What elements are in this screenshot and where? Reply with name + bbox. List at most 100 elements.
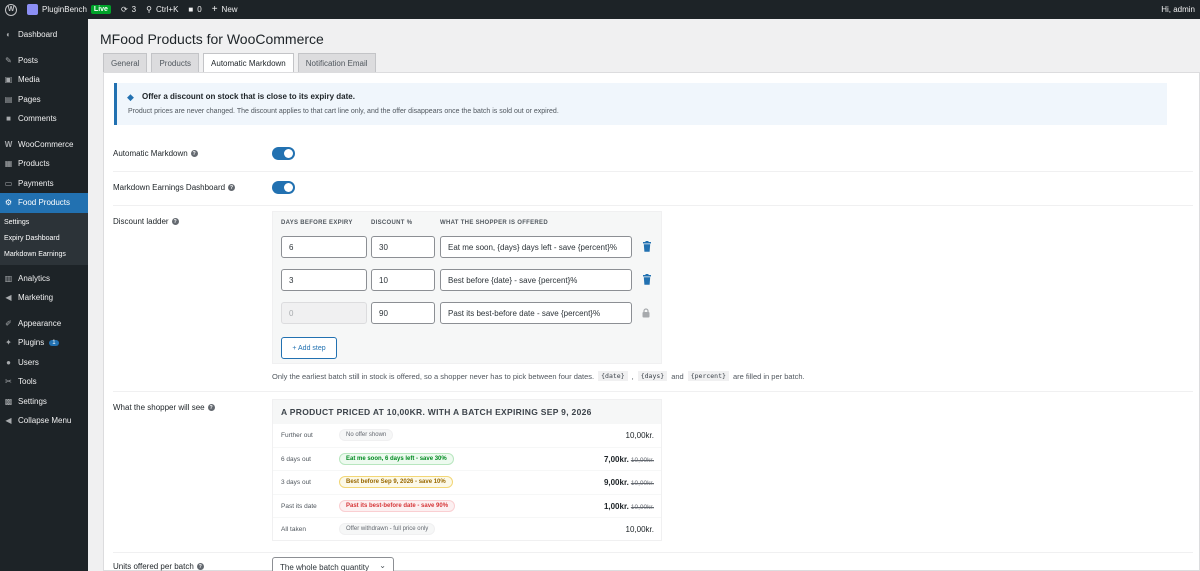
- command-palette-link[interactable]: ⚲ Ctrl+K: [141, 0, 183, 19]
- sidebar-item-posts[interactable]: ✎ Posts: [0, 51, 88, 71]
- submenu-item-settings[interactable]: Settings: [0, 215, 88, 231]
- units-per-batch-label: Units offered per batch ?: [113, 562, 204, 571]
- automatic-markdown-toggle[interactable]: [272, 147, 295, 160]
- sidebar-item-label: Plugins: [18, 338, 45, 348]
- sidebar-item-plugins[interactable]: ✦ Plugins 1: [0, 333, 88, 353]
- trash-icon[interactable]: [642, 241, 652, 253]
- units-per-batch-text: Units offered per batch: [113, 562, 194, 571]
- sidebar-item-payments[interactable]: ▭ Payments: [0, 174, 88, 194]
- help-icon[interactable]: ?: [190, 150, 198, 157]
- plugin-icon: ✦: [5, 338, 12, 348]
- offer-message-input[interactable]: Past its best-before date - save {percen…: [440, 302, 632, 324]
- tag-icon: ◆: [127, 92, 134, 102]
- discount-input[interactable]: 30: [371, 236, 435, 258]
- sidebar-item-marketing[interactable]: ◀ Marketing: [0, 288, 88, 308]
- help-icon[interactable]: ?: [228, 184, 236, 191]
- ladder-note-suffix: are filled in per batch.: [732, 371, 805, 381]
- sidebar-item-comments[interactable]: ■ Comments: [0, 109, 88, 129]
- tab-general[interactable]: General: [103, 53, 148, 72]
- preview-row: All taken Offer withdrawn - full price o…: [273, 517, 661, 541]
- header-days-before-expiry: DAYS BEFORE EXPIRY: [281, 220, 353, 226]
- page-title: MFood Products for WooCommerce: [100, 31, 324, 47]
- sidebar-item-analytics[interactable]: ▥ Analytics: [0, 269, 88, 289]
- tab-products[interactable]: Products: [151, 53, 200, 72]
- sidebar-item-label: Food Products: [18, 198, 71, 208]
- admin-bar: W PluginBench Live ⟳ 3 ⚲ Ctrl+K ■ 0 + Ne…: [0, 0, 1200, 19]
- earnings-dashboard-text: Markdown Earnings Dashboard: [113, 183, 226, 192]
- woo-icon: W: [4, 139, 13, 149]
- discounted-price: 7,00kr.: [603, 454, 629, 464]
- sidebar-item-food-products[interactable]: ⚙ Food Products: [0, 193, 88, 213]
- sidebar-item-label: Tools: [18, 377, 37, 387]
- products-icon: ▦: [4, 159, 13, 169]
- header-discount-percent: DISCOUNT %: [371, 220, 413, 226]
- users-icon: ●: [6, 357, 11, 367]
- sidebar-item-label: Settings: [18, 396, 47, 406]
- sidebar-item-settings[interactable]: ▩ Settings: [0, 392, 88, 412]
- shopper-preview-label: What the shopper will see ?: [113, 403, 215, 412]
- automatic-markdown-text: Automatic Markdown: [113, 149, 188, 158]
- wordpress-menu[interactable]: W: [0, 0, 22, 19]
- site-icon: [27, 4, 38, 15]
- sidebar-item-pages[interactable]: ▤ Pages: [0, 90, 88, 110]
- sidebar-item-users[interactable]: ● Users: [0, 353, 88, 373]
- original-price: 10,00kr.: [630, 456, 654, 464]
- settings-icon: ▩: [4, 396, 13, 406]
- original-price: 10,00kr.: [630, 480, 654, 487]
- comments-count: 0: [197, 5, 202, 14]
- preview-when: 6 days out: [281, 455, 311, 463]
- earnings-dashboard-toggle[interactable]: [272, 181, 295, 194]
- sidebar-item-media[interactable]: ▣ Media: [0, 70, 88, 90]
- discount-ladder-text: Discount ladder: [113, 217, 169, 226]
- help-icon[interactable]: ?: [171, 218, 179, 225]
- settings-panel: ◆ Offer a discount on stock that is clos…: [103, 72, 1200, 571]
- updates-link[interactable]: ⟳ 3: [116, 0, 141, 19]
- submenu-item-expiry-dashboard[interactable]: Expiry Dashboard: [0, 231, 88, 247]
- divider: [113, 552, 1193, 553]
- tab-notification-email[interactable]: Notification Email: [297, 53, 376, 72]
- sidebar-item-label: Collapse Menu: [18, 416, 72, 426]
- help-icon[interactable]: ?: [207, 404, 215, 411]
- gear-icon: ⚙: [4, 198, 13, 208]
- comment-icon: ■: [6, 114, 11, 124]
- account-menu[interactable]: Hi, admin: [1156, 0, 1200, 19]
- collapse-menu-button[interactable]: ◀ Collapse Menu: [0, 411, 88, 431]
- current-price: 10,00kr.: [625, 525, 654, 534]
- lock-icon: [642, 308, 650, 320]
- new-content-link[interactable]: + New: [207, 0, 243, 19]
- discount-input[interactable]: 90: [371, 302, 435, 324]
- sidebar-item-woocommerce[interactable]: W WooCommerce: [0, 135, 88, 155]
- sidebar-item-dashboard[interactable]: ◐ Dashboard: [0, 25, 88, 45]
- add-step-button[interactable]: + Add step: [281, 337, 337, 359]
- offer-message-input[interactable]: Eat me soon, {days} days left - save {pe…: [440, 236, 632, 258]
- automatic-markdown-label: Automatic Markdown ?: [113, 149, 198, 158]
- days-input[interactable]: 6: [281, 236, 367, 258]
- site-name-link[interactable]: PluginBench Live: [22, 0, 116, 19]
- original-price: 10,00kr.: [630, 503, 654, 511]
- ladder-note-text: Only the earliest batch still in stock i…: [272, 371, 595, 381]
- divider: [113, 205, 1193, 206]
- comments-link[interactable]: ■ 0: [183, 0, 206, 19]
- chevron-down-icon: ⌄: [379, 561, 386, 570]
- help-icon[interactable]: ?: [196, 563, 204, 570]
- preview-heading: A PRODUCT PRICED AT 10,00KR. WITH A BATC…: [273, 400, 661, 423]
- sidebar-item-products[interactable]: ▦ Products: [0, 154, 88, 174]
- units-per-batch-select[interactable]: The whole batch quantity ⌄: [272, 557, 394, 571]
- days-input[interactable]: 3: [281, 269, 367, 291]
- discount-input[interactable]: 10: [371, 269, 435, 291]
- sidebar-item-label: Media: [18, 75, 40, 85]
- preview-offer-pill: Past its best-before date - save 90%: [339, 499, 456, 512]
- sidebar-item-appearance[interactable]: ✐ Appearance: [0, 314, 88, 334]
- offer-message-input[interactable]: Best before {date} - save {percent}%: [440, 269, 632, 291]
- ladder-help-text: Only the earliest batch still in stock i…: [272, 371, 805, 381]
- tab-automatic-markdown[interactable]: Automatic Markdown: [203, 53, 294, 72]
- sidebar-item-tools[interactable]: ✂ Tools: [0, 372, 88, 392]
- main-content: MFood Products for WooCommerce General P…: [88, 19, 1200, 571]
- notice-title: Offer a discount on stock that is close …: [142, 92, 355, 101]
- submenu-item-markdown-earnings[interactable]: Markdown Earnings: [0, 247, 88, 263]
- trash-icon[interactable]: [642, 274, 652, 286]
- info-notice: ◆ Offer a discount on stock that is clos…: [114, 83, 1167, 125]
- updates-icon: ⟳: [120, 5, 128, 14]
- wordpress-logo-icon: W: [5, 3, 17, 16]
- comment-icon: ■: [188, 5, 194, 14]
